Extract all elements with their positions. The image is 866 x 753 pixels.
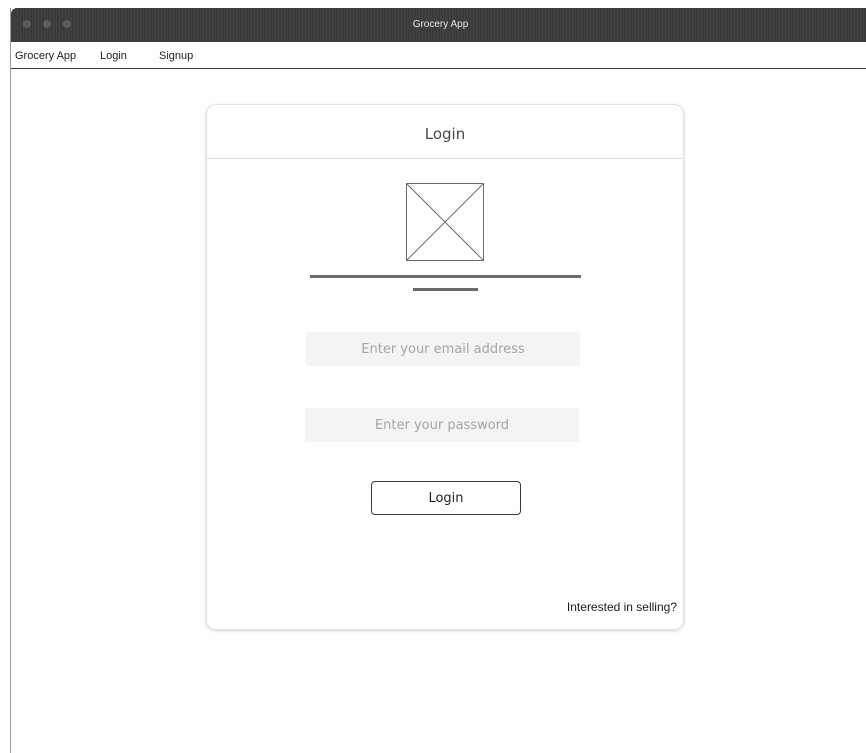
login-button[interactable]: Login bbox=[371, 481, 521, 515]
login-card: Login Login Interested in selling? bbox=[206, 104, 684, 630]
interested-in-selling-link[interactable]: Interested in selling? bbox=[567, 600, 677, 614]
top-menubar: Grocery App Login Signup bbox=[11, 42, 866, 69]
menu-item-grocery-app[interactable]: Grocery App bbox=[15, 50, 76, 62]
login-card-header: Login bbox=[207, 105, 683, 159]
window-titlebar[interactable]: Grocery App bbox=[11, 8, 866, 42]
password-field[interactable] bbox=[305, 408, 579, 442]
image-placeholder-icon bbox=[406, 183, 484, 261]
app-window: Grocery App Grocery App Login Signup Log… bbox=[10, 8, 866, 753]
heading-placeholder-line bbox=[310, 275, 581, 278]
window-title: Grocery App bbox=[412, 19, 469, 30]
subheading-placeholder-line bbox=[413, 288, 478, 291]
email-field[interactable] bbox=[306, 332, 580, 366]
menu-item-login[interactable]: Login bbox=[100, 50, 127, 62]
menu-item-signup[interactable]: Signup bbox=[159, 50, 193, 62]
page-title: Login bbox=[424, 125, 466, 143]
